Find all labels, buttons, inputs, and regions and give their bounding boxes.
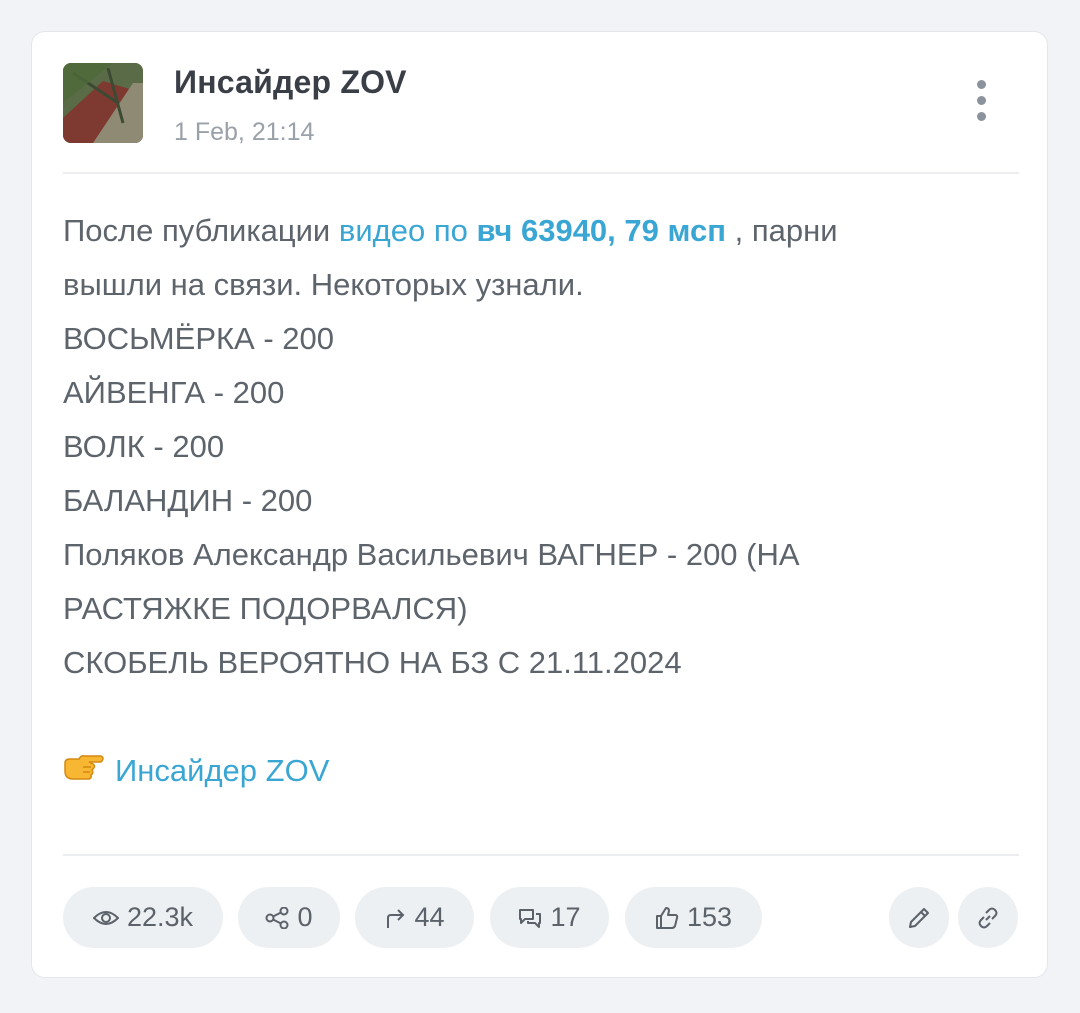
channel-name[interactable]: Инсайдер ZOV (174, 64, 407, 101)
post-text-line-2: вышли на связи. Некоторых узнали. (63, 267, 584, 302)
post-text-line-6: БАЛАНДИН - 200 (63, 483, 313, 518)
post-date: 1 Feb, 21:14 (174, 118, 315, 146)
thumbs-up-icon (655, 906, 679, 929)
views-count: 22.3k (126, 902, 194, 932)
comments-stat[interactable]: 17 (490, 887, 609, 948)
signature-link[interactable]: Инсайдер ZOV (63, 744, 329, 800)
reactions-count: 153 (686, 902, 733, 932)
post-text-line-7: Поляков Александр Васильевич ВАГНЕР - 20… (63, 537, 800, 572)
reactions-stat[interactable]: 153 (625, 887, 762, 948)
shares-stat[interactable]: 0 (238, 887, 340, 948)
comments-count: 17 (550, 902, 581, 932)
channel-avatar[interactable] (63, 63, 143, 143)
signature-text[interactable]: Инсайдер ZOV (115, 753, 329, 788)
post-text: После публикации видео по вч 63940, 79 м… (63, 204, 993, 690)
footer-divider (63, 854, 1019, 856)
copy-link-button[interactable] (958, 887, 1018, 948)
kebab-menu-icon[interactable] (967, 78, 997, 124)
post-text-line-8: РАСТЯЖКЕ ПОДОРВАЛСЯ) (63, 591, 468, 626)
pencil-icon (909, 907, 929, 928)
unit-link[interactable]: вч 63940, 79 мсп (476, 213, 726, 248)
avatar-image (63, 63, 143, 143)
post-text-line-9: СКОБЕЛЬ ВЕРОЯТНО НА БЗ С 21.11.2024 (63, 645, 682, 680)
post-card: Инсайдер ZOV 1 Feb, 21:14 После публикац… (31, 31, 1048, 978)
forwards-count: 44 (414, 902, 445, 932)
views-stat[interactable]: 22.3k (63, 887, 223, 948)
edit-button[interactable] (889, 887, 949, 948)
post-text-line-3: ВОСЬМЁРКА - 200 (63, 321, 335, 356)
pointing-hand-icon (63, 746, 105, 800)
header-divider (63, 172, 1019, 174)
share-icon (265, 906, 289, 929)
post-text-line-4: АЙВЕНГА - 200 (63, 375, 285, 410)
post-text-line-1: После публикации видео по вч 63940, 79 м… (63, 204, 993, 258)
forwards-stat[interactable]: 44 (355, 887, 474, 948)
eye-icon (92, 910, 119, 925)
forward-arrow-icon (387, 908, 405, 928)
post-text-line-5: ВОЛК - 200 (63, 429, 225, 464)
link-icon (978, 907, 998, 928)
video-link[interactable]: видео по (339, 213, 468, 248)
shares-count: 0 (297, 902, 313, 932)
post-text-intro: После публикации (63, 213, 339, 248)
post-text-after-link: , парни (725, 213, 838, 248)
comments-icon (519, 908, 542, 928)
